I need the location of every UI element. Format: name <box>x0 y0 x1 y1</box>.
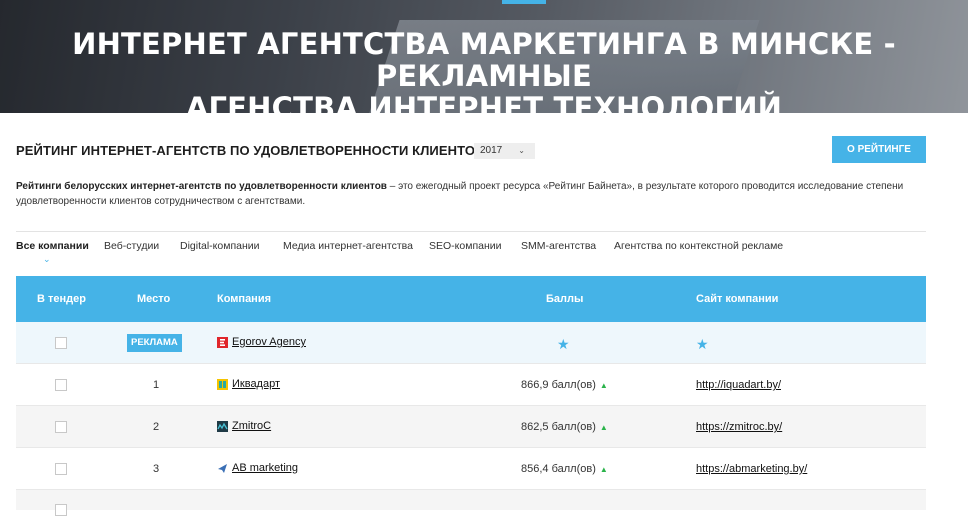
star-icon: ★ <box>557 336 570 352</box>
score-value: 856,4 балл(ов) ▲ <box>521 463 608 475</box>
score-value: 866,9 балл(ов) ▲ <box>521 379 608 391</box>
table-row-ad: РЕКЛАМА Egorov Agency ★ ★ <box>16 322 926 364</box>
company-link[interactable]: Egorov Agency <box>232 336 306 348</box>
tab-all-companies[interactable]: Все компании <box>16 240 89 252</box>
rating-table: В тендер Место Компания Баллы Сайт компа… <box>16 276 926 516</box>
place-value: 2 <box>152 421 160 433</box>
page-title: ИНТЕРНЕТ АГЕНТСТВА МАРКЕТИНГА В МИНСКЕ -… <box>0 28 968 113</box>
table-header: В тендер Место Компания Баллы Сайт компа… <box>16 276 926 322</box>
chevron-down-icon: ⌄ <box>518 146 525 155</box>
score-text: 866,9 балл(ов) <box>521 379 596 391</box>
company-link[interactable]: AB marketing <box>232 462 298 474</box>
header-score: Баллы <box>546 293 584 305</box>
tender-checkbox[interactable] <box>55 379 67 391</box>
company-cell: ZmitroC <box>217 420 271 432</box>
tender-checkbox[interactable] <box>55 337 67 349</box>
category-tabs: Все компании ⌄ Веб-студии Digital-компан… <box>16 231 926 269</box>
site-link[interactable]: https://abmarketing.by/ <box>696 463 807 475</box>
header-place: Место <box>137 293 171 305</box>
header-site: Сайт компании <box>696 293 779 305</box>
site-link[interactable]: http://iquadart.by/ <box>696 379 781 391</box>
about-rating-button[interactable]: О РЕЙТИНГЕ <box>832 136 926 163</box>
header-company: Компания <box>217 293 272 305</box>
tender-checkbox[interactable] <box>55 504 67 516</box>
ad-badge: РЕКЛАМА <box>127 334 182 352</box>
arrow-up-icon: ▲ <box>599 423 608 432</box>
year-select-value: 2017 <box>480 145 503 156</box>
rating-description: Рейтинги белорусских интернет-агентств п… <box>16 179 916 209</box>
arrow-up-icon: ▲ <box>599 381 608 390</box>
score-value: 862,5 балл(ов) ▲ <box>521 421 608 433</box>
arrow-up-icon: ▲ <box>599 465 608 474</box>
table-row: 1 Иквадарт 866,9 балл(ов) ▲ http://iquada… <box>16 364 926 406</box>
main-content: РЕЙТИНГ ИНТЕРНЕТ-АГЕНТСТВ ПО УДОВЛЕТВОРЕ… <box>16 113 926 516</box>
company-link[interactable]: Иквадарт <box>232 378 280 390</box>
table-row: 3 AB marketing 856,4 балл(ов) ▲ https://a… <box>16 448 926 490</box>
tab-media-agencies[interactable]: Медиа интернет-агентства <box>283 240 413 252</box>
star-icon: ★ <box>696 336 709 352</box>
iquadart-logo-icon <box>217 378 228 390</box>
tab-seo-companies[interactable]: SEO-компании <box>429 240 502 252</box>
tab-ppc-agencies[interactable]: Агентства по контекстной рекламе <box>614 240 783 252</box>
place-value: 1 <box>152 379 160 391</box>
table-row: 2 ZmitroC 862,5 балл(ов) ▲ https://zmitro… <box>16 406 926 448</box>
abmarketing-logo-icon <box>218 463 227 473</box>
zmitroc-logo-icon <box>217 420 228 432</box>
company-cell: AB marketing <box>217 462 298 474</box>
tender-checkbox[interactable] <box>55 463 67 475</box>
hero-banner: ИНТЕРНЕТ АГЕНТСТВА МАРКЕТИНГА В МИНСКЕ -… <box>0 0 968 113</box>
place-value: 3 <box>152 463 160 475</box>
page-title-line1: ИНТЕРНЕТ АГЕНТСТВА МАРКЕТИНГА В МИНСКЕ -… <box>72 27 896 93</box>
score-text: 862,5 балл(ов) <box>521 421 596 433</box>
hero-active-indicator <box>502 0 546 4</box>
tab-web-studios[interactable]: Веб-студии <box>104 240 159 252</box>
company-link[interactable]: ZmitroC <box>232 420 271 432</box>
tender-checkbox[interactable] <box>55 421 67 433</box>
year-select[interactable]: 2017 ⌄ <box>474 143 535 159</box>
site-link[interactable]: https://zmitroc.by/ <box>696 421 782 433</box>
tab-smm-agencies[interactable]: SMM-агентства <box>521 240 596 252</box>
company-cell: Egorov Agency <box>217 336 306 348</box>
page-title-line2: АГЕНСТВА ИНТЕРНЕТ ТЕХНОЛОГИЙ <box>185 91 783 113</box>
table-row <box>16 490 926 516</box>
company-cell: Иквадарт <box>217 378 280 390</box>
tab-digital-companies[interactable]: Digital-компании <box>180 240 260 252</box>
egorov-logo-icon <box>217 336 228 348</box>
rating-header: РЕЙТИНГ ИНТЕРНЕТ-АГЕНТСТВ ПО УДОВЛЕТВОРЕ… <box>16 113 926 183</box>
rating-description-bold: Рейтинги белорусских интернет-агентств п… <box>16 181 387 192</box>
score-text: 856,4 балл(ов) <box>521 463 596 475</box>
chevron-down-icon: ⌄ <box>43 254 51 264</box>
rating-title: РЕЙТИНГ ИНТЕРНЕТ-АГЕНТСТВ ПО УДОВЛЕТВОРЕ… <box>16 143 485 158</box>
header-tender: В тендер <box>37 293 86 305</box>
